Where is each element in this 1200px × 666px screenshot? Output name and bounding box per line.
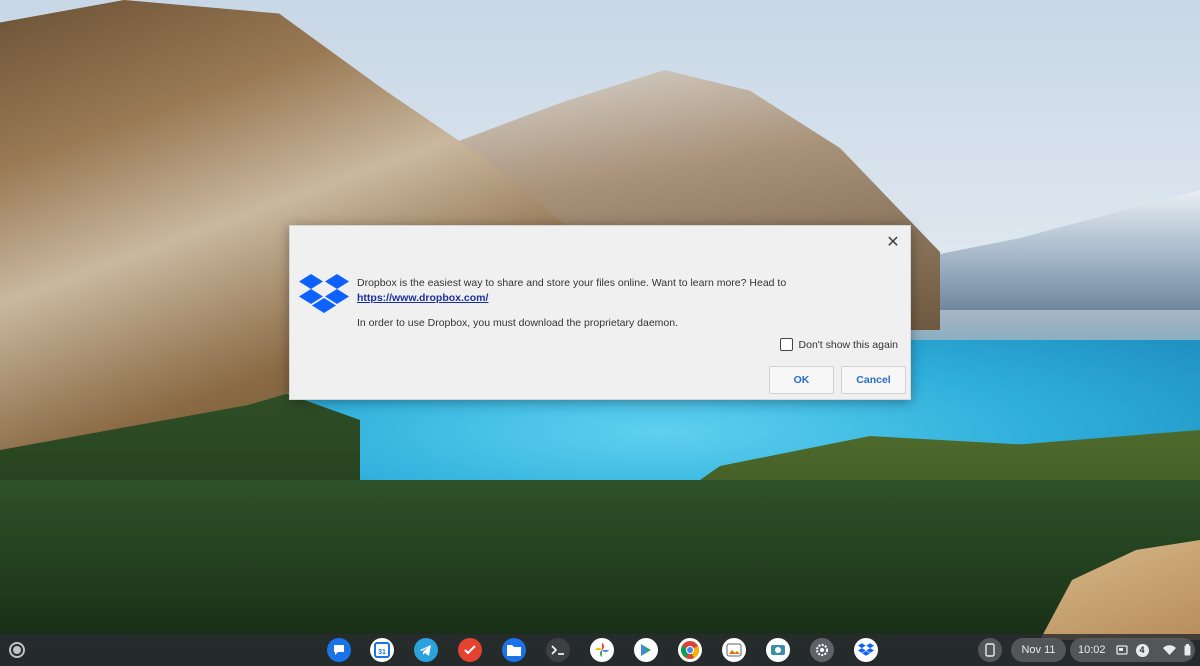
dropbox-dialog: ✕ Dropbox is the easiest way to share an… — [289, 225, 911, 400]
google-calendar-icon[interactable]: 31 — [370, 638, 394, 662]
message-line1: Dropbox is the easiest way to share and … — [357, 277, 787, 289]
phone-icon — [985, 643, 995, 657]
dropbox-link[interactable]: https://www.dropbox.com/ — [357, 292, 488, 304]
google-photos-icon[interactable] — [590, 638, 614, 662]
dont-show-again-checkbox[interactable] — [779, 338, 793, 351]
wifi-icon — [1162, 645, 1176, 655]
dont-show-again-label: Don't show this again — [798, 338, 898, 351]
google-messages-icon[interactable] — [327, 638, 351, 662]
files-icon[interactable] — [502, 638, 526, 662]
terminal-icon[interactable] — [546, 638, 570, 662]
dropbox-logo-icon — [299, 274, 349, 313]
notification-count-badge: 4 — [1135, 643, 1149, 657]
chrome-icon[interactable] — [678, 638, 702, 662]
dialog-message: Dropbox is the easiest way to share and … — [357, 276, 902, 331]
svg-text:31: 31 — [378, 649, 386, 656]
close-icon[interactable]: ✕ — [884, 234, 902, 252]
telegram-icon[interactable] — [414, 638, 438, 662]
gallery-icon[interactable] — [722, 638, 746, 662]
date-button[interactable]: Nov 11 — [1011, 638, 1066, 662]
shelf: 31 Nov 11 10:02 4 — [0, 634, 1200, 666]
status-area[interactable]: 10:02 4 — [1070, 638, 1195, 662]
message-line2: In order to use Dropbox, you must downlo… — [357, 317, 679, 329]
cancel-button[interactable]: Cancel — [841, 366, 906, 394]
time-label: 10:02 — [1078, 644, 1106, 656]
settings-icon[interactable] — [810, 638, 834, 662]
launcher-button[interactable] — [9, 642, 25, 658]
play-store-icon[interactable] — [634, 638, 658, 662]
ok-button[interactable]: OK — [769, 366, 834, 394]
dropbox-icon[interactable] — [854, 638, 878, 662]
screen-capture-icon — [1115, 645, 1128, 655]
dont-show-again-row[interactable]: Don't show this again — [779, 338, 898, 351]
camera-icon[interactable] — [766, 638, 790, 662]
date-label: Nov 11 — [1021, 644, 1056, 656]
todoist-icon[interactable] — [458, 638, 482, 662]
phone-hub-button[interactable] — [978, 638, 1002, 662]
battery-icon — [1184, 644, 1191, 656]
